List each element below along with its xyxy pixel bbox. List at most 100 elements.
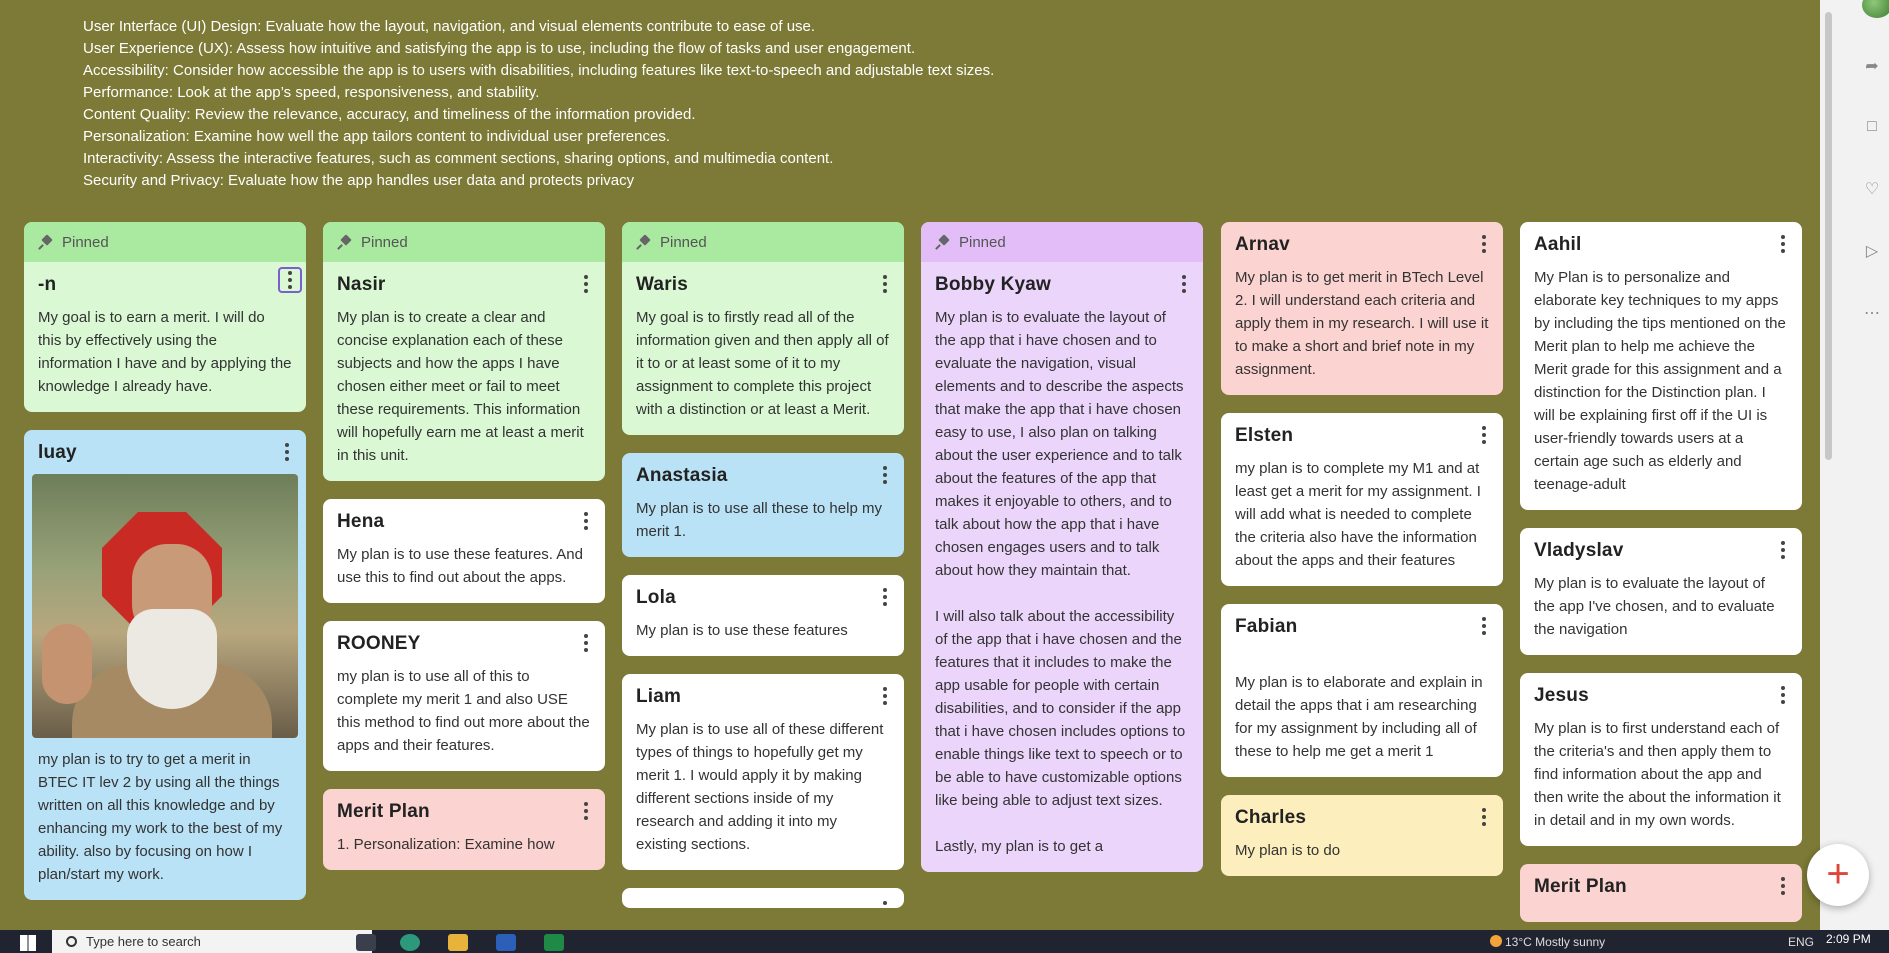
plus-icon: + xyxy=(1826,852,1850,896)
post-card[interactable]: Charles My plan is to do xyxy=(1221,795,1503,876)
post-body: my plan is to try to get a merit in BTEC… xyxy=(38,751,283,883)
post-card[interactable]: Pinned -n My goal is to earn a merit. I wi… xyxy=(24,222,306,412)
pin-icon xyxy=(638,235,652,249)
file-explorer-icon[interactable] xyxy=(448,934,468,951)
post-menu-icon[interactable] xyxy=(1475,807,1493,827)
post-card[interactable]: Jesus My plan is to first understand each… xyxy=(1520,673,1802,846)
post-card[interactable]: Fabian My plan is to elaborate and expla… xyxy=(1221,604,1503,777)
post-body: My plan is to use all of these different… xyxy=(636,721,884,853)
post-author: Merit Plan xyxy=(337,801,430,822)
add-post-button[interactable]: + xyxy=(1807,844,1869,906)
padlet-board: Pinned -n My goal is to earn a merit. I wi… xyxy=(24,222,1804,930)
card-header: Waris xyxy=(622,262,904,306)
pin-icon xyxy=(339,235,353,249)
criteria-line: Interactivity: Assess the interactive fe… xyxy=(83,150,834,167)
pinned-label: Pinned xyxy=(361,233,408,251)
post-body: My plan is to do xyxy=(1235,842,1341,859)
post-menu-icon[interactable] xyxy=(577,801,595,821)
post-menu-icon[interactable] xyxy=(278,442,296,462)
post-card[interactable]: luay my plan is to try to get a merit in … xyxy=(24,430,306,900)
post-menu-icon[interactable] xyxy=(876,900,894,908)
card-header: Nasir xyxy=(323,262,605,306)
post-menu-icon[interactable] xyxy=(1774,685,1792,705)
windows-taskbar: Type here to search 13°C Mostly sunny EN… xyxy=(0,930,1889,953)
board-column: Pinned Waris My goal is to firstly read al… xyxy=(622,222,904,926)
board-column: Arnav My plan is to get merit in BTech Le… xyxy=(1221,222,1503,894)
post-image[interactable] xyxy=(32,474,298,738)
post-menu-icon[interactable] xyxy=(577,511,595,531)
post-menu-icon[interactable] xyxy=(577,633,595,653)
card-header: Charles xyxy=(1221,795,1503,839)
play-icon[interactable]: ▷ xyxy=(1860,240,1884,264)
post-menu-icon[interactable] xyxy=(876,587,894,607)
post-author: Fabian xyxy=(1235,616,1298,637)
task-view-icon[interactable] xyxy=(356,934,376,951)
post-author: Anastasia xyxy=(636,465,728,486)
post-card[interactable]: Arnav My plan is to get merit in BTech Le… xyxy=(1221,222,1503,395)
post-author: luay xyxy=(38,442,77,463)
post-menu-icon[interactable] xyxy=(1175,274,1193,294)
edge-browser-icon[interactable] xyxy=(400,934,420,951)
post-card[interactable]: Pinned Bobby Kyaw My plan is to evaluate t… xyxy=(921,222,1203,872)
post-menu-icon[interactable] xyxy=(1774,234,1792,254)
post-menu-icon[interactable] xyxy=(1475,425,1493,445)
card-header: ROONEY xyxy=(323,621,605,665)
post-card[interactable]: Pinned Nasir My plan is to create a clear … xyxy=(323,222,605,481)
post-card[interactable]: Anastasia My plan is to use all these to … xyxy=(622,453,904,557)
post-card[interactable]: Liam My plan is to use all of these diffe… xyxy=(622,674,904,870)
scrollbar-thumb[interactable] xyxy=(1825,12,1832,460)
post-author: Charles xyxy=(1235,807,1307,828)
post-author: Nasir xyxy=(337,274,386,295)
post-menu-icon[interactable] xyxy=(876,274,894,294)
post-body: my plan is to use all of this to complet… xyxy=(337,668,590,754)
post-menu-icon[interactable] xyxy=(1475,616,1493,636)
pinned-label: Pinned xyxy=(62,233,109,251)
post-body xyxy=(1520,908,1802,922)
card-header: Elsten xyxy=(1221,413,1503,457)
criteria-line: Personalization: Examine how well the ap… xyxy=(83,128,670,145)
more-icon[interactable]: ⋯ xyxy=(1860,302,1884,326)
criteria-line: Security and Privacy: Evaluate how the a… xyxy=(83,172,635,189)
post-menu-icon[interactable] xyxy=(1774,540,1792,560)
windows-start-icon[interactable] xyxy=(20,935,36,951)
post-menu-icon[interactable] xyxy=(1475,234,1493,254)
post-menu-icon[interactable] xyxy=(876,686,894,706)
bell-icon[interactable]: ♡ xyxy=(1860,178,1884,202)
post-card[interactable]: Lola My plan is to use these features xyxy=(622,575,904,656)
post-card[interactable]: Aahil My Plan is to personalize and elabo… xyxy=(1520,222,1802,510)
post-author: Bobby Kyaw xyxy=(935,274,1052,295)
post-card[interactable] xyxy=(622,888,904,908)
post-card[interactable]: Elsten my plan is to complete my M1 and a… xyxy=(1221,413,1503,586)
post-menu-icon[interactable] xyxy=(876,465,894,485)
post-author: Aahil xyxy=(1534,234,1582,255)
post-author: Hena xyxy=(337,511,385,532)
post-card[interactable]: Pinned Waris My goal is to firstly read al… xyxy=(622,222,904,435)
taskbar-search-input[interactable]: Type here to search xyxy=(52,930,372,953)
weather-text[interactable]: 13°C Mostly sunny xyxy=(1505,935,1605,949)
criteria-line: User Interface (UI) Design: Evaluate how… xyxy=(83,18,816,35)
post-body: My plan is to first understand each of t… xyxy=(1534,720,1781,829)
pinned-banner: Pinned xyxy=(921,222,1203,262)
post-card[interactable]: Hena My plan is to use these features. An… xyxy=(323,499,605,603)
excel-icon[interactable] xyxy=(544,934,564,951)
post-body: My plan is to evaluate the layout of the… xyxy=(1534,575,1775,638)
post-card[interactable]: ROONEY my plan is to use all of this to c… xyxy=(323,621,605,771)
slideshow-icon[interactable]: □ xyxy=(1860,115,1884,139)
weather-sun-icon xyxy=(1490,935,1502,947)
language-indicator[interactable]: ENG xyxy=(1788,935,1814,949)
post-menu-icon[interactable] xyxy=(1774,876,1792,896)
post-card[interactable]: Vladyslav My plan is to evaluate the layo… xyxy=(1520,528,1802,655)
post-card[interactable]: Merit Plan 1. Personalization: Examine ho… xyxy=(323,789,605,870)
card-header: Fabian xyxy=(1221,604,1503,648)
post-menu-icon[interactable] xyxy=(278,267,302,293)
post-card[interactable]: Merit Plan xyxy=(1520,864,1802,922)
word-icon[interactable] xyxy=(496,934,516,951)
criteria-line: User Experience (UX): Assess how intuiti… xyxy=(83,40,916,57)
clock[interactable]: 2:09 PM xyxy=(1826,932,1871,946)
post-author: Lola xyxy=(636,587,676,608)
post-menu-icon[interactable] xyxy=(577,274,595,294)
pinned-label: Pinned xyxy=(660,233,707,251)
search-icon xyxy=(66,936,77,947)
card-header: Lola xyxy=(622,575,904,619)
share-icon[interactable]: ➦ xyxy=(1860,55,1884,79)
